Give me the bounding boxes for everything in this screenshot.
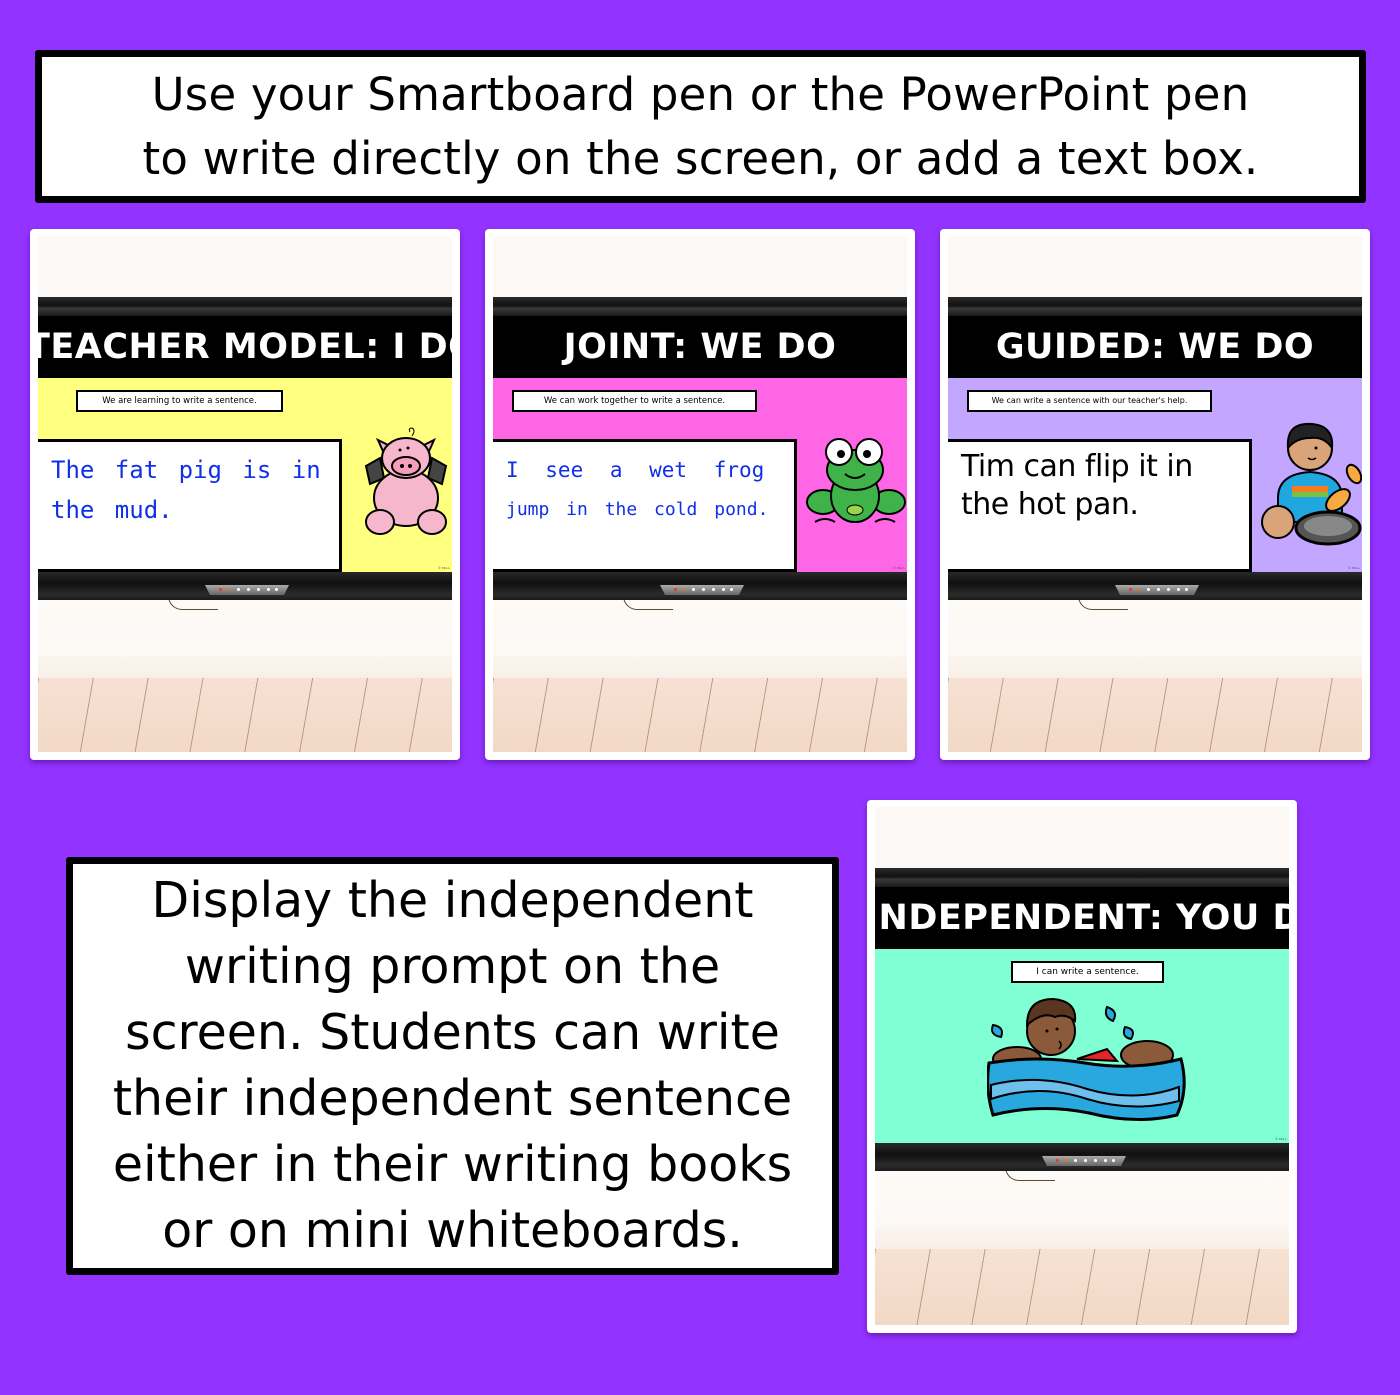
child-swimming-icon [987, 997, 1186, 1121]
classroom-photo: INDEPENDENT: YOU DO I can write a senten… [875, 807, 1289, 1325]
learning-goal: We can work together to write a sentence… [512, 390, 757, 412]
instruction-line: screen. Students can write [125, 1004, 780, 1061]
slide-preview-guided: GUIDED: WE DO We can write a sentence wi… [940, 229, 1370, 760]
sentence-line: I see a wet frog [506, 458, 765, 482]
board-control-panel [660, 585, 744, 595]
board-bottom-frame [493, 572, 907, 600]
copyright-text: © Mrs L [438, 566, 450, 570]
frog-icon [806, 438, 906, 523]
sentence-line: Tim can flip it in [961, 449, 1193, 484]
copyright-text: © Mrs L [1348, 566, 1360, 570]
sentence-box: The fat pig is in the mud. [38, 439, 342, 572]
classroom-photo: GUIDED: WE DO We can write a sentence wi… [948, 236, 1362, 752]
handwritten-sentence: I see a wet frog jump in the cold pond. [506, 450, 786, 530]
wooden-floor [493, 678, 907, 752]
instruction-line: Use your Smartboard pen or the PowerPoin… [151, 67, 1250, 121]
slide-screen: TEACHER MODEL: I DO We are learning to w… [38, 316, 452, 572]
board-bottom-frame [875, 1143, 1289, 1171]
smartboard: GUIDED: WE DO We can write a sentence wi… [948, 297, 1362, 600]
copyright-text: © Mrs L [893, 566, 905, 570]
board-bottom-frame [38, 572, 452, 600]
slide-body: We can work together to write a sentence… [493, 378, 907, 572]
wooden-floor [38, 678, 452, 752]
learning-goal: We can write a sentence with our teacher… [967, 390, 1212, 412]
slide-title: JOINT: WE DO [493, 316, 907, 378]
boy-flipping-pancake-icon [1261, 422, 1362, 546]
wooden-floor [948, 678, 1362, 752]
instruction-line: or on mini whiteboards. [162, 1202, 743, 1259]
instruction-line: writing prompt on the [184, 938, 721, 995]
slide-body: We are learning to write a sentence. The… [38, 378, 452, 572]
instruction-line: either in their writing books [112, 1136, 793, 1193]
board-top-frame [493, 297, 907, 316]
smartboard: JOINT: WE DO We can work together to wri… [493, 297, 907, 600]
smartboard: INDEPENDENT: YOU DO I can write a senten… [875, 868, 1289, 1171]
slide-title: INDEPENDENT: YOU DO [875, 887, 1289, 949]
sentence-line: the hot pan. [961, 487, 1139, 522]
slide-screen: JOINT: WE DO We can work together to wri… [493, 316, 907, 572]
slide-body: We can write a sentence with our teacher… [948, 378, 1362, 572]
slide-screen: GUIDED: WE DO We can write a sentence wi… [948, 316, 1362, 572]
slide-screen: INDEPENDENT: YOU DO I can write a senten… [875, 887, 1289, 1143]
instruction-line: to write directly on the screen, or add … [142, 131, 1259, 185]
sentence-line: jump in the cold pond. [506, 499, 769, 520]
board-top-frame [38, 297, 452, 316]
smartboard: TEACHER MODEL: I DO We are learning to w… [38, 297, 452, 600]
slide-preview-joint: JOINT: WE DO We can work together to wri… [485, 229, 915, 760]
instruction-line: their independent sentence [112, 1070, 793, 1127]
slide-body: I can write a sentence. © Mrs L [875, 949, 1289, 1143]
classroom-photo: JOINT: WE DO We can work together to wri… [493, 236, 907, 752]
sentence-line: The fat pig is in [51, 456, 321, 484]
board-control-panel [1042, 1156, 1126, 1166]
wooden-floor [875, 1249, 1289, 1325]
bottom-instruction-box: Display the independent writing prompt o… [66, 857, 839, 1275]
board-control-panel [205, 585, 289, 595]
slide-preview-teacher-model: TEACHER MODEL: I DO We are learning to w… [30, 229, 460, 760]
copyright-text: © Mrs L [1275, 1137, 1287, 1141]
pig-icon [364, 427, 448, 535]
board-top-frame [948, 297, 1362, 316]
classroom-photo: TEACHER MODEL: I DO We are learning to w… [38, 236, 452, 752]
slide-preview-independent: INDEPENDENT: YOU DO I can write a senten… [867, 800, 1297, 1333]
learning-goal: I can write a sentence. [1011, 961, 1164, 983]
handwritten-sentence: The fat pig is in the mud. [51, 450, 331, 530]
top-instruction-box: Use your Smartboard pen or the PowerPoin… [35, 50, 1366, 203]
board-bottom-frame [948, 572, 1362, 600]
sentence-box: Tim can flip it in the hot pan. [948, 439, 1252, 572]
printed-sentence: Tim can flip it in the hot pan. [961, 448, 1241, 524]
slide-title: GUIDED: WE DO [948, 316, 1362, 378]
learning-goal: We are learning to write a sentence. [76, 390, 283, 412]
instruction-line: Display the independent [151, 872, 754, 929]
sentence-line: the mud. [51, 496, 173, 524]
board-control-panel [1115, 585, 1199, 595]
sentence-box: I see a wet frog jump in the cold pond. [493, 439, 797, 572]
board-top-frame [875, 868, 1289, 887]
slide-title: TEACHER MODEL: I DO [38, 316, 452, 378]
